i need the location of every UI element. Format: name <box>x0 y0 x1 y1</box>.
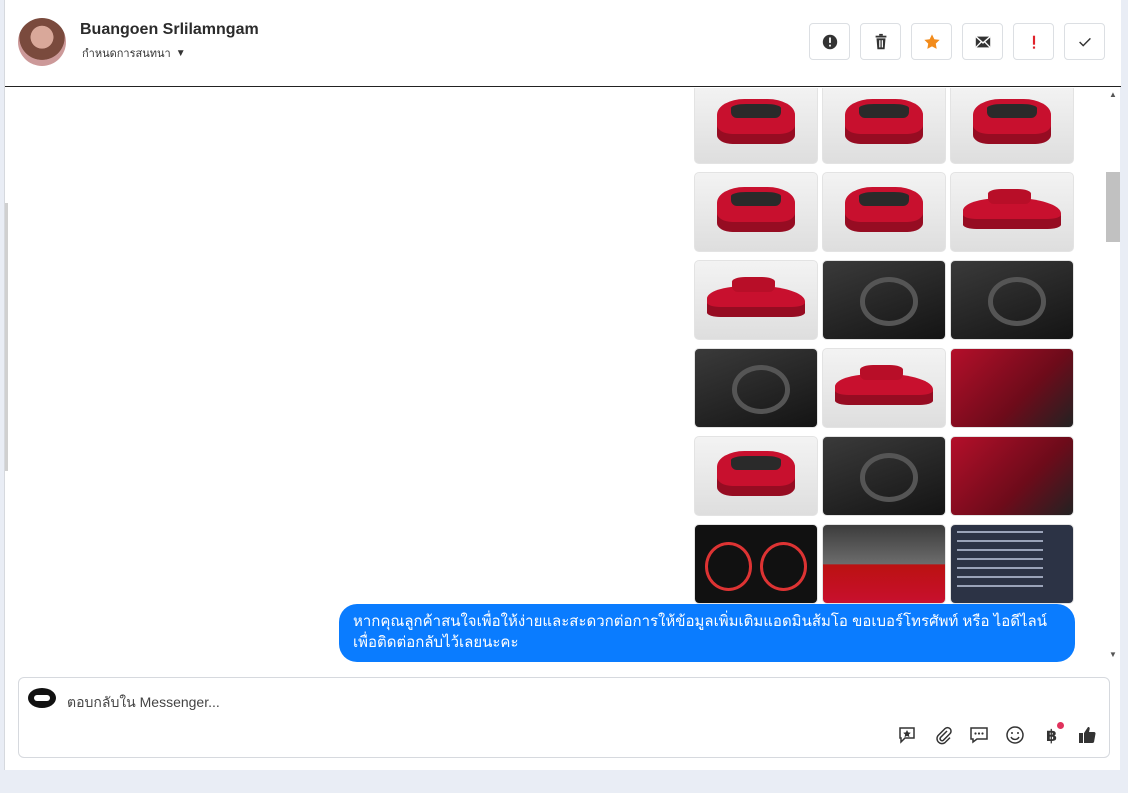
composer-tools: ฿ <box>896 722 1098 746</box>
photo-thumbnail[interactable] <box>694 348 818 428</box>
conversation-panel: Buangoen Srlilamngam กำหนดการสนทนา ▼ หาก… <box>4 0 1121 770</box>
payment-button[interactable]: ฿ <box>1040 722 1064 746</box>
left-scroll-indicator <box>5 203 8 471</box>
photo-thumbnail[interactable] <box>950 436 1074 516</box>
status-label: กำหนดการสนทนา <box>82 48 171 60</box>
message-thread[interactable]: หากคุณลูกค้าสนใจเพื่อให้ง่ายและสะดวกต่อก… <box>5 88 1105 664</box>
photo-grid <box>694 88 1074 604</box>
photo-thumbnail[interactable] <box>950 172 1074 252</box>
reply-input[interactable]: ตอบกลับใน Messenger... <box>67 692 220 714</box>
photo-thumbnail[interactable] <box>694 260 818 340</box>
photo-thumbnail[interactable] <box>822 172 946 252</box>
outgoing-message-bubble[interactable]: หากคุณลูกค้าสนใจเพื่อให้ง่ายและสะดวกต่อก… <box>339 604 1075 662</box>
chat-bubbles-icon <box>970 727 988 744</box>
caret-down-icon: ▼ <box>175 47 186 59</box>
photo-thumbnail[interactable] <box>950 524 1074 604</box>
report-button[interactable] <box>809 23 850 60</box>
emoji-button[interactable] <box>1004 724 1026 746</box>
page-logo <box>28 688 56 708</box>
scroll-down-icon[interactable]: ▼ <box>1109 650 1117 659</box>
photo-thumbnail[interactable] <box>822 88 946 164</box>
photo-thumbnail[interactable] <box>950 260 1074 340</box>
photo-thumbnail[interactable] <box>694 524 818 604</box>
svg-text:฿: ฿ <box>1046 726 1057 745</box>
photo-thumbnail[interactable] <box>822 436 946 516</box>
emoji-icon <box>1006 726 1024 744</box>
notification-dot <box>1057 722 1064 729</box>
reply-composer: ตอบกลับใน Messenger... ฿ <box>18 677 1110 758</box>
photo-thumbnail[interactable] <box>822 348 946 428</box>
like-button[interactable] <box>1076 724 1098 746</box>
thumbs-up-icon <box>1079 727 1096 743</box>
attachment-button[interactable] <box>932 724 954 746</box>
scroll-up-icon[interactable]: ▲ <box>1109 90 1117 99</box>
delete-button[interactable] <box>860 23 901 60</box>
priority-button[interactable] <box>1013 23 1054 60</box>
saved-reply-icon <box>899 727 915 744</box>
conversation-header: Buangoen Srlilamngam กำหนดการสนทนา ▼ <box>5 0 1121 87</box>
photo-thumbnail[interactable] <box>822 260 946 340</box>
mail-icon <box>974 35 991 48</box>
star-icon <box>923 33 940 49</box>
message-text-line: เพื่อติดต่อกลับไว้เลยนะคะ <box>353 634 519 651</box>
scrollbar-thumb[interactable] <box>1106 172 1120 242</box>
attachment-icon <box>936 726 952 745</box>
photo-thumbnail[interactable] <box>822 524 946 604</box>
star-button[interactable] <box>911 23 952 60</box>
photo-thumbnail[interactable] <box>694 88 818 164</box>
contact-name[interactable]: Buangoen Srlilamngam <box>80 21 259 39</box>
photo-thumbnail[interactable] <box>950 88 1074 164</box>
message-text-line: หากคุณลูกค้าสนใจเพื่อให้ง่ายและสะดวกต่อก… <box>353 613 1047 630</box>
conversation-status-dropdown[interactable]: กำหนดการสนทนา ▼ <box>82 44 186 62</box>
check-icon <box>1078 37 1091 47</box>
mark-unread-button[interactable] <box>962 23 1003 60</box>
avatar[interactable] <box>18 18 66 66</box>
photo-thumbnail[interactable] <box>950 348 1074 428</box>
done-button[interactable] <box>1064 23 1105 60</box>
header-actions <box>809 23 1105 60</box>
photo-thumbnail[interactable] <box>694 172 818 252</box>
photo-thumbnail[interactable] <box>694 436 818 516</box>
alert-circle-icon <box>822 34 837 49</box>
saved-reply-button[interactable] <box>896 724 918 746</box>
canned-messages-button[interactable] <box>968 724 990 746</box>
exclamation-icon <box>1032 35 1035 49</box>
thread-scrollbar[interactable]: ▲ ▼ <box>1105 88 1121 664</box>
trash-icon <box>875 33 886 49</box>
